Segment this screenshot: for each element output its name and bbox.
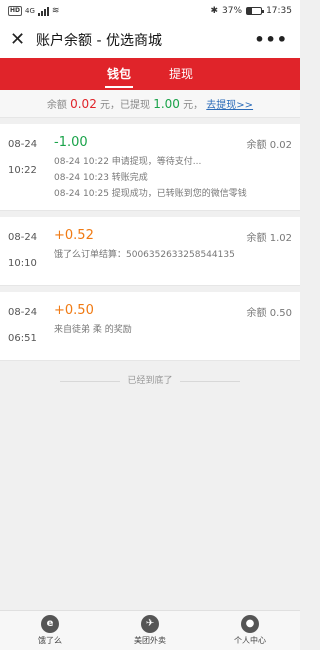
nav-item-meituan[interactable]: ✈ 美团外卖 [100, 611, 200, 650]
record-time: 10:22 [8, 165, 37, 176]
record-detail: 08-24 10:23 转账完成 [54, 173, 148, 183]
end-text: 已经到底了 [127, 376, 173, 386]
balance-value: 0.02 [70, 97, 97, 111]
record-date: 08-24 [8, 139, 38, 150]
record-date: 08-24 [8, 232, 38, 243]
wifi-icon: ≋ [51, 6, 60, 16]
status-bar: HD 4G ≋ ✱ 37% 17:35 [0, 0, 300, 22]
divider [60, 381, 120, 382]
record-time: 10:10 [8, 258, 37, 269]
record-detail: 08-24 10:22 申请提现，等待支付... [54, 157, 202, 167]
nav-bar: ✕ 账户余额 - 优选商城 ••• [0, 22, 300, 58]
withdraw-link[interactable]: 去提现>> [206, 100, 253, 111]
transaction-list: 08-24 10:22 -1.00 08-24 10:22 申请提现，等待支付.… [0, 124, 300, 211]
unit-label: 元， [183, 100, 204, 111]
record-detail: 08-24 10:25 提现成功，已转账到您的微信零钱 [54, 189, 247, 199]
battery-percent: 37% [222, 6, 243, 16]
network-type: 4G [25, 7, 35, 15]
clock: 17:35 [266, 6, 292, 16]
list-item[interactable]: 08-24 06:51 +0.50 来自徒弟 柔 的奖励 余额 0.50 [0, 292, 300, 361]
list-item[interactable]: 08-24 10:10 +0.52 饿了么订单结算：50063526332585… [0, 217, 300, 286]
withdrawn-value: 1.00 [153, 97, 180, 111]
nav-item-label: 个人中心 [234, 636, 266, 645]
tab-wallet[interactable]: 钱包 [103, 58, 135, 90]
nav-item-profile[interactable]: ● 个人中心 [200, 611, 300, 650]
nav-item-label: 饿了么 [38, 636, 62, 645]
more-icon[interactable]: ••• [254, 32, 288, 48]
tab-withdraw[interactable]: 提现 [165, 58, 197, 90]
bluetooth-icon: ✱ [210, 6, 219, 16]
bottom-nav: e 饿了么 ✈ 美团外卖 ● 个人中心 [0, 610, 300, 650]
user-icon: ● [241, 615, 259, 633]
eleme-icon: e [41, 615, 59, 633]
record-balance: 余额 0.50 [246, 308, 292, 319]
close-icon[interactable]: ✕ [10, 31, 32, 49]
divider [180, 381, 240, 382]
record-time: 06:51 [8, 333, 37, 344]
tab-bar: 钱包 提现 [0, 58, 300, 90]
hd-indicator: HD [8, 6, 23, 16]
withdrawn-label: 元，已提现 [100, 100, 151, 111]
record-date: 08-24 [8, 307, 38, 318]
battery-icon [246, 7, 265, 15]
record-detail: 来自徒弟 柔 的奖励 [54, 325, 132, 335]
nav-item-label: 美团外卖 [134, 636, 166, 645]
balance-summary: 余额 0.02 元，已提现 1.00 元， 去提现>> [0, 90, 300, 118]
record-balance: 余额 1.02 [246, 233, 292, 244]
signal-icon [37, 6, 49, 16]
page-title: 账户余额 - 优选商城 [36, 33, 162, 49]
transaction-list: 08-24 06:51 +0.50 来自徒弟 柔 的奖励 余额 0.50 [0, 292, 300, 361]
transaction-list: 08-24 10:10 +0.52 饿了么订单结算：50063526332585… [0, 217, 300, 286]
record-detail: 饿了么订单结算：5006352633258544135 [54, 250, 235, 260]
nav-item-eleme[interactable]: e 饿了么 [0, 611, 100, 650]
record-balance: 余额 0.02 [246, 140, 292, 151]
meituan-icon: ✈ [141, 615, 159, 633]
end-of-list: 已经到底了 [0, 373, 300, 389]
list-item[interactable]: 08-24 10:22 -1.00 08-24 10:22 申请提现，等待支付.… [0, 124, 300, 211]
balance-label: 余额 [46, 100, 67, 111]
